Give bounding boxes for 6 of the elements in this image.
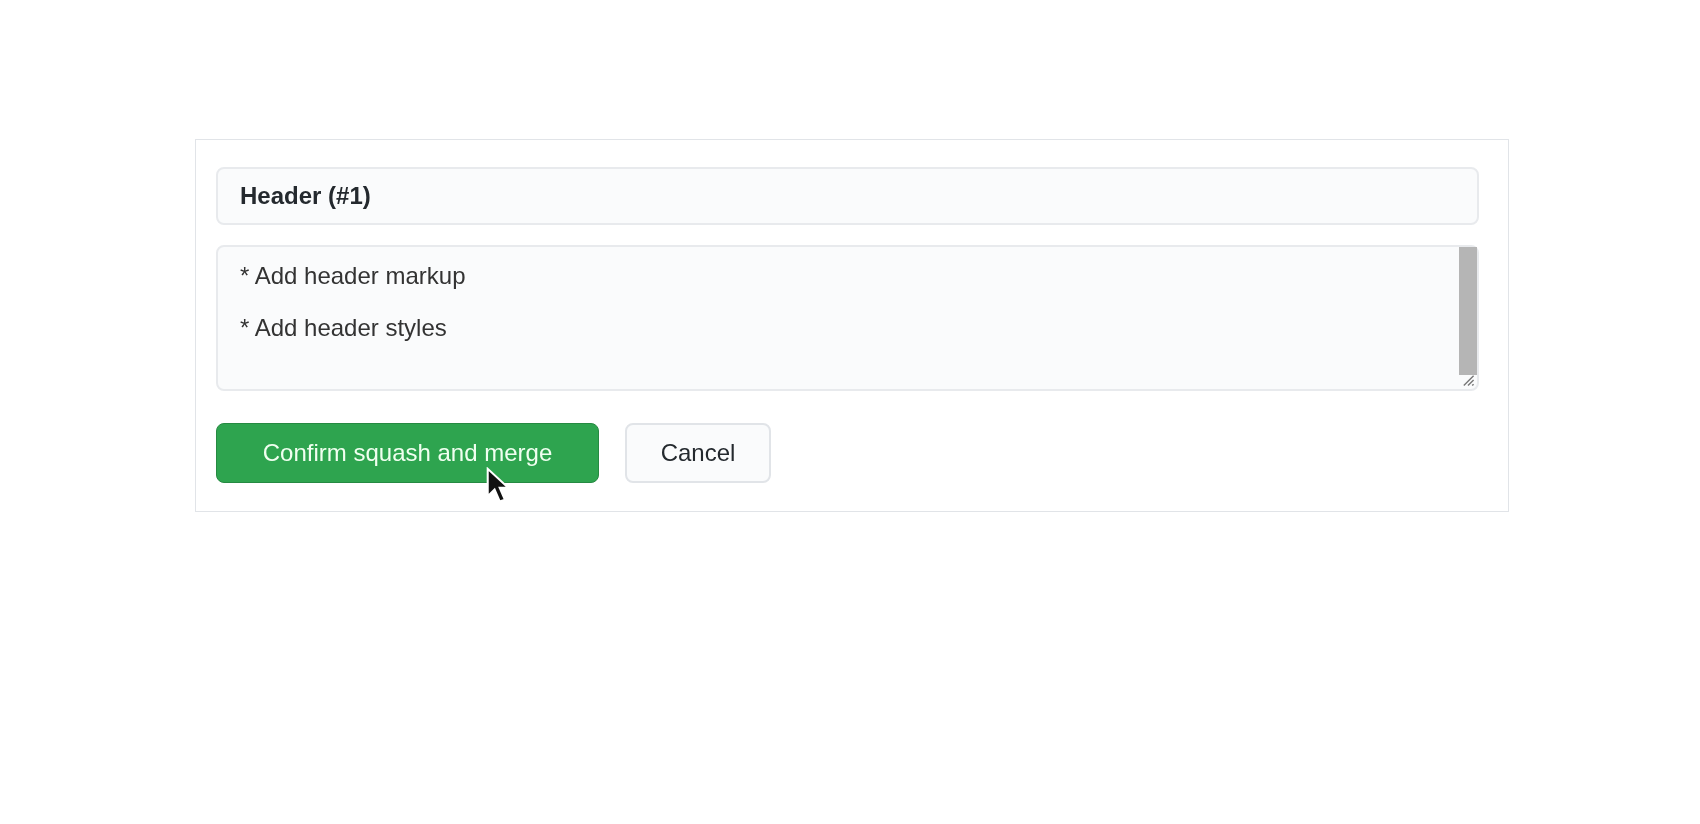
form-button[interactable]: Cancel [625, 423, 771, 483]
commit-message-field[interactable]: * Add header markup * Add header styles [216, 245, 1479, 391]
scrollbar[interactable] [1459, 247, 1477, 375]
commit-title-field[interactable]: Header (#1) [216, 167, 1479, 225]
commit-message-text: * Add header markup * Add header styles [240, 263, 467, 341]
resize-grip-icon[interactable] [1461, 373, 1475, 387]
